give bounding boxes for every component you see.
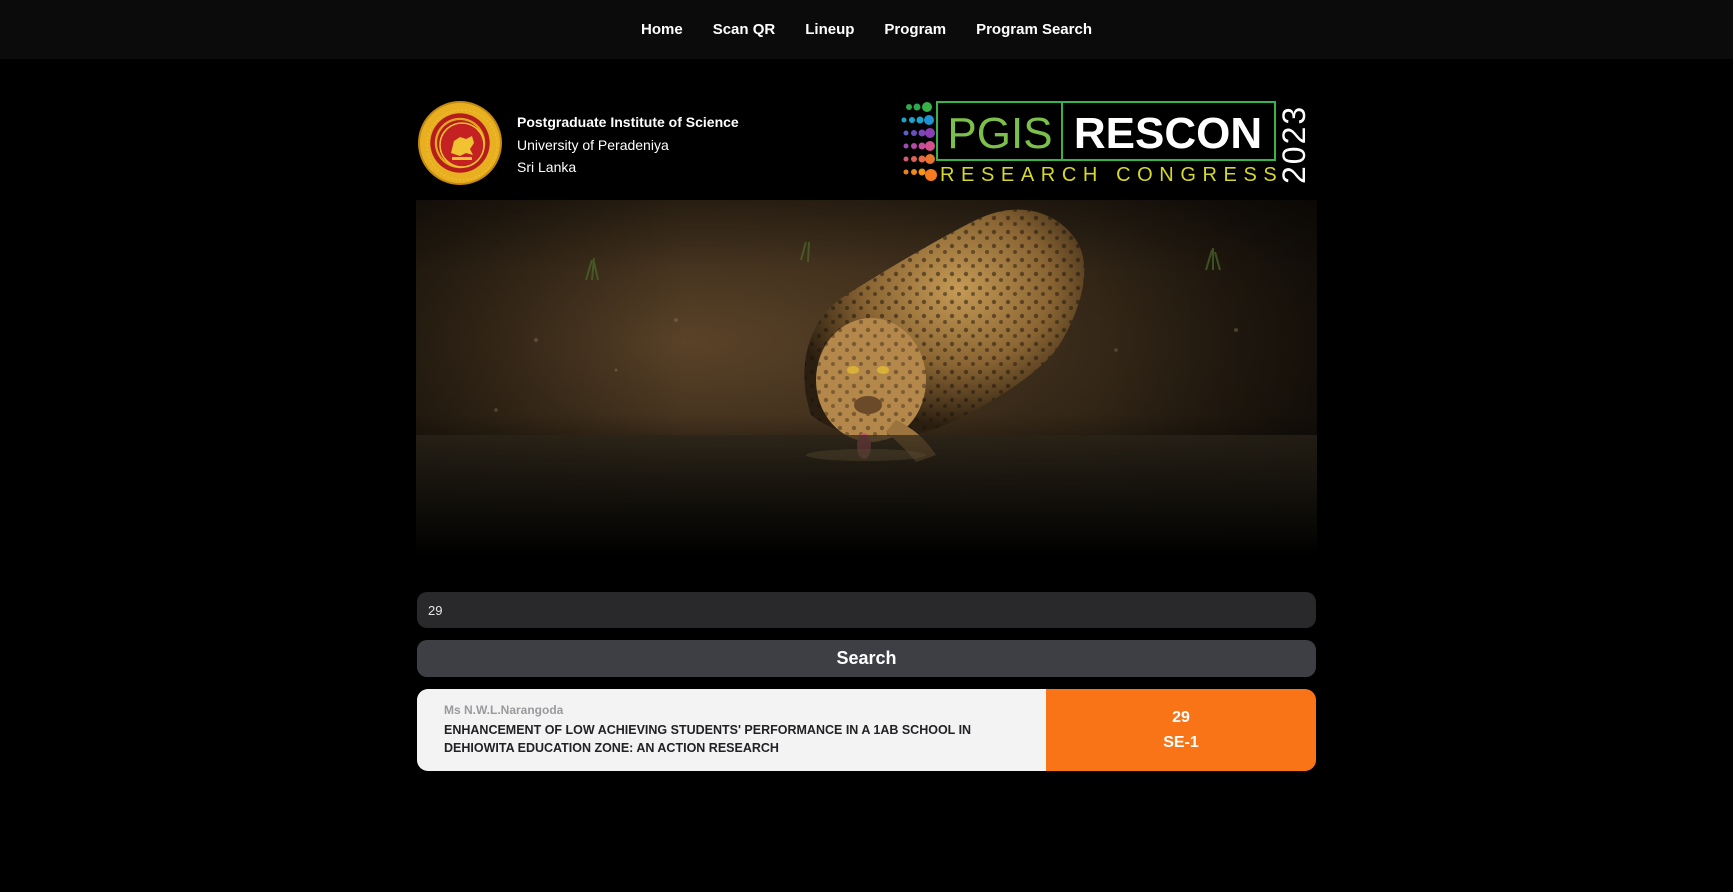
logo-year-text: 2023 bbox=[1276, 105, 1312, 184]
result-number: 29 bbox=[1172, 709, 1190, 726]
nav-program-search-link[interactable]: Program Search bbox=[976, 21, 1092, 38]
university-name: University of Peradeniya bbox=[517, 136, 669, 153]
result-author: Ms N.W.L.Narangoda bbox=[444, 703, 564, 717]
nav-lineup-link[interactable]: Lineup bbox=[805, 21, 854, 38]
page-header: Postgraduate Institute of Science Univer… bbox=[416, 100, 1317, 186]
leopard-photo-icon bbox=[416, 209, 1317, 556]
search-button[interactable]: Search bbox=[417, 640, 1316, 677]
logo-pgis-text: PGIS bbox=[947, 109, 1052, 158]
pgis-rescon-logo: PGIS RESCON RESEARCH CONGRESS 2023 bbox=[901, 101, 1312, 186]
hero-leopard-image bbox=[416, 200, 1317, 556]
institute-name: Postgraduate Institute of Science bbox=[517, 114, 739, 130]
result-session: SE-1 bbox=[1163, 734, 1199, 751]
nav-scan-qr-link[interactable]: Scan QR bbox=[713, 21, 776, 38]
result-session-badge: 29 SE-1 bbox=[1046, 689, 1316, 771]
university-seal-icon bbox=[418, 101, 502, 185]
nav-program-link[interactable]: Program bbox=[884, 21, 946, 38]
logo-rescon-text: RESCON bbox=[1074, 109, 1262, 158]
program-search-input[interactable] bbox=[417, 592, 1316, 628]
country-name: Sri Lanka bbox=[517, 159, 577, 175]
logo-subtitle-text: RESEARCH CONGRESS bbox=[940, 164, 1283, 186]
nav-home-link[interactable]: Home bbox=[641, 21, 683, 38]
result-title: ENHANCEMENT OF LOW ACHIEVING STUDENTS' P… bbox=[444, 723, 972, 755]
result-details: Ms N.W.L.Narangoda ENHANCEMENT OF LOW AC… bbox=[417, 689, 1046, 771]
top-navbar: Home Scan QR Lineup Program Program Sear… bbox=[0, 0, 1733, 59]
result-card[interactable]: Ms N.W.L.Narangoda ENHANCEMENT OF LOW AC… bbox=[417, 689, 1316, 771]
institute-info: Postgraduate Institute of Science Univer… bbox=[517, 111, 739, 179]
logo-dots-icon bbox=[901, 102, 937, 181]
